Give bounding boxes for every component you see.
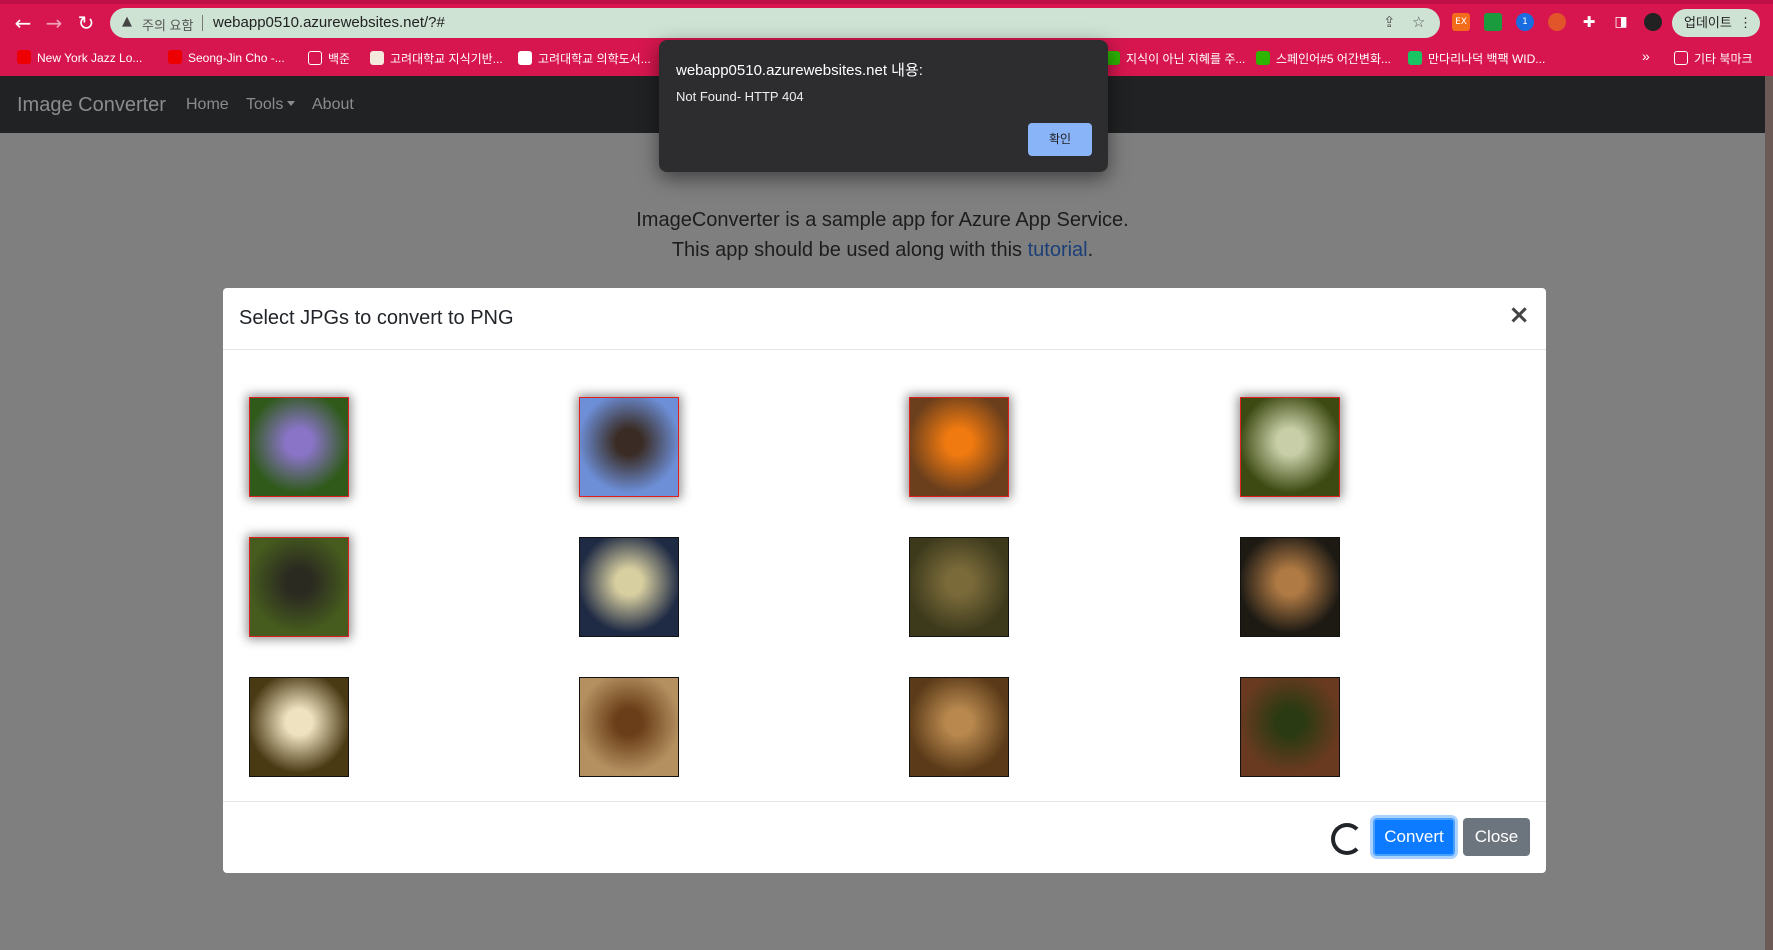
image-thumbnail[interactable]	[249, 397, 349, 497]
back-arrow-icon[interactable]: ←	[10, 10, 36, 36]
intro-line-2: This app should be used along with this …	[0, 239, 1765, 262]
site-icon	[1106, 51, 1120, 65]
extension-green-icon[interactable]	[1484, 13, 1502, 31]
intro-line-1: ImageConverter is a sample app for Azure…	[636, 209, 1129, 231]
nav-about[interactable]: About	[312, 96, 354, 114]
close-icon[interactable]: ×	[1508, 302, 1530, 328]
convert-modal: Select JPGs to convert to PNG × Convert …	[223, 288, 1546, 873]
bookmark-item[interactable]: Seong-Jin Cho -...	[168, 50, 285, 65]
bookmark-item[interactable]: 만다리나덕 백팩 WID...	[1408, 50, 1545, 67]
bookmark-item[interactable]: 스페인어#5 어간변화...	[1256, 50, 1391, 67]
extension-ex-icon[interactable]: EX	[1452, 13, 1470, 31]
nav-tools[interactable]: Tools	[246, 96, 296, 114]
modal-title: Select JPGs to convert to PNG	[239, 307, 514, 329]
close-button[interactable]: Close	[1463, 818, 1530, 856]
caret-down-icon	[287, 101, 296, 106]
bookmark-label: 기타 북마크	[1694, 52, 1753, 66]
alert-title: webapp0510.azurewebsites.net 내용:	[676, 62, 923, 79]
bookmark-label: 고려대학교 지식기반...	[390, 52, 503, 66]
image-thumbnail[interactable]	[579, 397, 679, 497]
update-label: 업데이트	[1684, 15, 1732, 30]
intro-text: This app should be used along with this	[671, 239, 1028, 261]
security-status[interactable]: 주의 요함	[142, 15, 193, 34]
image-thumbnail[interactable]	[1240, 537, 1340, 637]
alert-dialog: webapp0510.azurewebsites.net 내용: Not Fou…	[659, 40, 1108, 172]
url-text[interactable]: webapp0510.azurewebsites.net/?#	[213, 14, 445, 31]
loading-spinner-icon	[1331, 823, 1363, 855]
window-edge	[1765, 76, 1773, 950]
image-thumbnail[interactable]	[579, 537, 679, 637]
bookmark-label: 고려대학교 의학도서...	[538, 52, 651, 66]
nav-home[interactable]: Home	[186, 96, 229, 114]
image-thumbnail[interactable]	[1240, 677, 1340, 777]
alert-message: Not Found- HTTP 404	[676, 89, 804, 104]
tab-strip-edge	[0, 0, 1773, 4]
image-thumbnail[interactable]	[579, 677, 679, 777]
omnibox-divider	[202, 15, 203, 31]
forward-arrow-icon[interactable]: →	[41, 10, 67, 36]
convert-button[interactable]: Convert	[1373, 818, 1455, 856]
shield-icon	[518, 51, 532, 65]
bookmark-star-icon[interactable]: ☆	[1412, 13, 1425, 31]
site-brand[interactable]: Image Converter	[17, 94, 166, 117]
image-thumbnail[interactable]	[909, 677, 1009, 777]
image-thumbnail[interactable]	[1240, 397, 1340, 497]
bookmark-folder[interactable]: 백준	[308, 50, 350, 67]
site-icon	[370, 51, 384, 65]
image-thumbnail[interactable]	[249, 537, 349, 637]
bookmark-label: New York Jazz Lo...	[37, 51, 143, 65]
bookmark-item[interactable]: 고려대학교 의학도서...	[518, 50, 651, 67]
update-button[interactable]: 업데이트 ⋮	[1672, 9, 1760, 37]
folder-icon	[308, 51, 322, 65]
bookmark-label: 지식이 아닌 지혜를 주...	[1126, 52, 1246, 66]
bookmark-label: 스페인어#5 어간변화...	[1276, 52, 1392, 66]
extensions-puzzle-icon[interactable]: ✚	[1580, 13, 1598, 31]
extension-password-icon[interactable]: 1	[1516, 13, 1534, 31]
naver-icon	[1256, 51, 1270, 65]
menu-dots-icon[interactable]: ⋮	[1739, 9, 1752, 37]
site-icon	[1408, 51, 1422, 65]
address-bar[interactable]: ▲ 주의 요함 webapp0510.azurewebsites.net/?# …	[110, 8, 1440, 38]
profile-avatar[interactable]	[1644, 13, 1662, 31]
bookmark-folder[interactable]: 기타 북마크	[1674, 50, 1753, 67]
intro-period: .	[1087, 239, 1094, 261]
youtube-icon	[168, 50, 182, 64]
image-thumbnail[interactable]	[909, 397, 1009, 497]
bookmarks-overflow-icon[interactable]: »	[1642, 48, 1650, 64]
bookmark-label: 만다리나덕 백팩 WID...	[1428, 52, 1546, 66]
bookmark-item[interactable]: 지식이 아닌 지혜를 주...	[1106, 50, 1245, 67]
alert-ok-button[interactable]: 확인	[1028, 123, 1092, 156]
modal-header: Select JPGs to convert to PNG ×	[223, 288, 1546, 350]
bookmark-item[interactable]: 고려대학교 지식기반...	[370, 50, 503, 67]
bookmark-item[interactable]: New York Jazz Lo...	[17, 50, 142, 65]
image-thumbnail[interactable]	[249, 677, 349, 777]
image-thumbnail[interactable]	[909, 537, 1009, 637]
bookmark-label: Seong-Jin Cho -...	[188, 51, 285, 65]
reload-icon[interactable]: ↻	[73, 10, 99, 36]
extension-orange-icon[interactable]	[1548, 13, 1566, 31]
folder-icon	[1674, 51, 1688, 65]
tutorial-link[interactable]: tutorial	[1028, 239, 1088, 261]
side-panel-icon[interactable]: ◨	[1612, 13, 1630, 31]
youtube-icon	[17, 50, 31, 64]
warning-icon[interactable]: ▲	[122, 14, 132, 29]
nav-tools-label: Tools	[246, 96, 284, 113]
share-icon[interactable]: ⇪	[1383, 13, 1396, 31]
modal-footer: Convert Close	[223, 801, 1546, 873]
bookmark-label: 백준	[328, 52, 351, 66]
